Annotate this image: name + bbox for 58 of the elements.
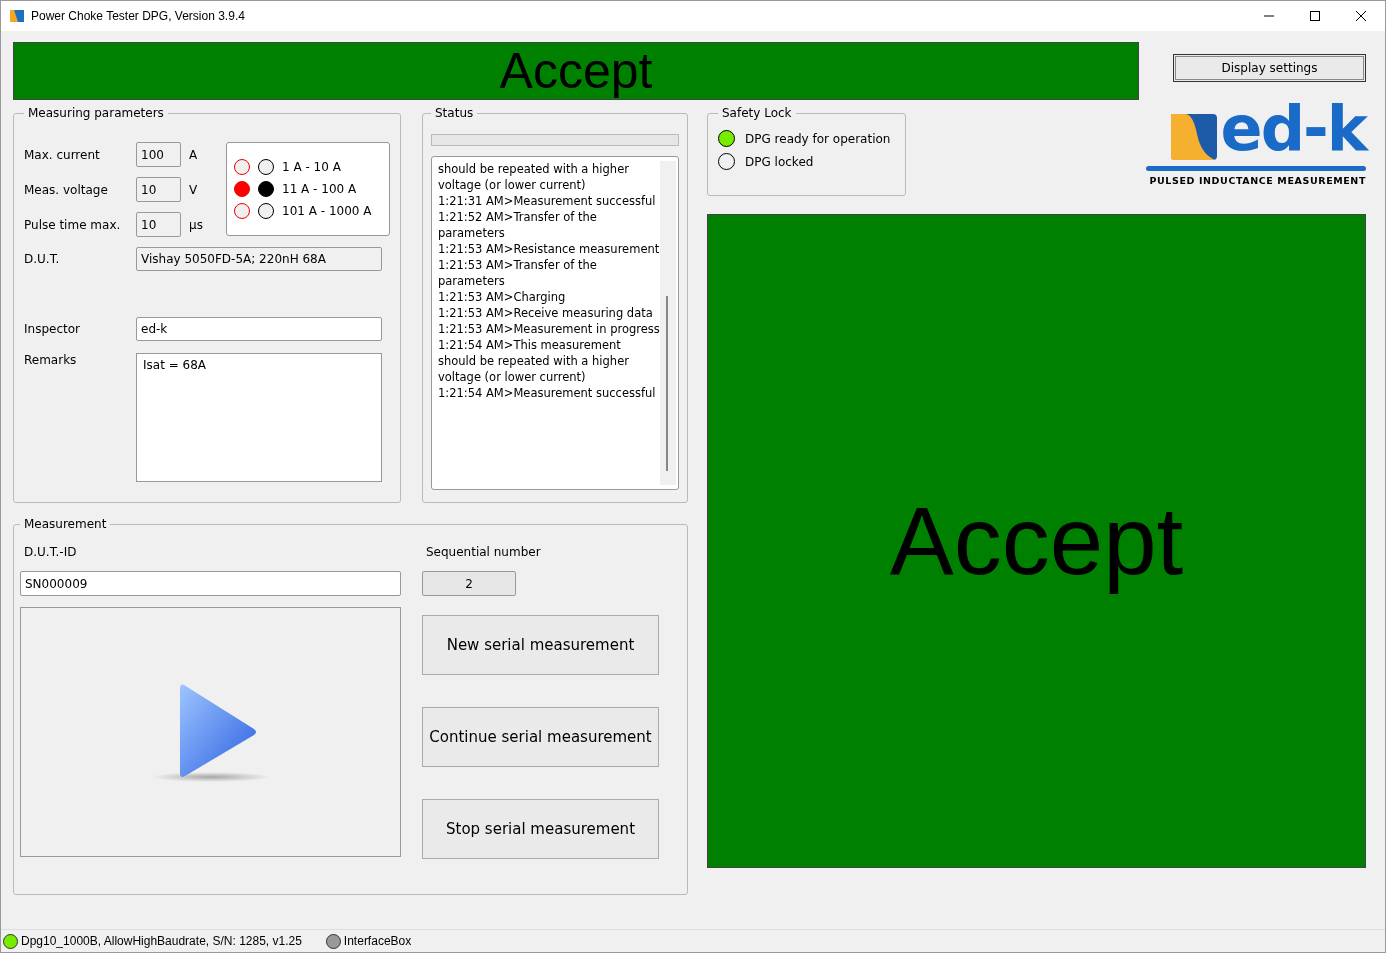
log-entry: 1:21:53 AM>Receive measuring data — [438, 305, 654, 321]
input-field[interactable]: 100 — [136, 142, 181, 167]
serial-measurement-button[interactable]: Continue serial measurement — [422, 707, 659, 767]
field-label: Meas. voltage — [24, 182, 109, 197]
result-text: Accept — [889, 486, 1184, 596]
close-icon[interactable] — [1355, 10, 1367, 22]
log-entry: 1:21:53 AM>Transfer of the parameters — [438, 257, 598, 289]
serial-measurement-button[interactable]: Stop serial measurement — [422, 799, 659, 859]
display-settings-button[interactable]: Display settings — [1173, 54, 1366, 82]
log-entry: 1:21:53 AM>Charging — [438, 289, 567, 305]
range-label: 101 A - 1000 A — [282, 204, 372, 218]
status-text: InterfaceBox — [343, 934, 412, 948]
radio-button[interactable] — [258, 159, 274, 175]
input-field[interactable]: ed-k — [136, 317, 382, 341]
field-label: Remarks — [24, 353, 78, 367]
group-title: Safety Lock — [721, 106, 793, 120]
log-entry: 1:21:53 AM>Resistance measurement — [438, 241, 660, 257]
group-title: Measuring parameters — [27, 106, 165, 120]
input-field[interactable]: 10 — [136, 212, 181, 237]
serial-measurement-button[interactable]: New serial measurement — [422, 615, 659, 675]
result-banner: Accept — [13, 42, 1139, 100]
app-icon — [9, 8, 25, 24]
input-field[interactable]: 2 — [422, 571, 516, 596]
status-text: Dpg10_1000B, AllowHighBaudrate, S/N: 1285, v1.25 — [21, 934, 302, 948]
logo-text: ed-k — [1220, 98, 1366, 160]
log-entry: 1:21:53 AM>Measurement in progress — [438, 321, 660, 337]
status-label: DPG locked — [745, 154, 814, 169]
field-label: Sequential number — [426, 545, 542, 561]
start-panel[interactable] — [20, 607, 401, 857]
unit-label: µs — [189, 217, 204, 232]
text-area[interactable]: Isat = 68A — [136, 353, 382, 482]
logo-tagline: PULSED INDUCTANCE MEASUREMENT — [1149, 175, 1366, 186]
window-title: Power Choke Tester DPG, Version 3.9.4 — [31, 9, 245, 23]
unit-label: A — [189, 147, 199, 162]
log-entry: 1:21:54 AM>This measurement should be repeated with a higher voltage (or lower current) — [438, 337, 630, 385]
status-label: DPG ready for operation — [745, 131, 891, 146]
input-field[interactable]: Vishay 5050FD-5A; 220nH 68A — [136, 247, 382, 271]
radio-button[interactable] — [258, 203, 274, 219]
radio-button[interactable] — [258, 181, 274, 197]
field-label: Pulse time max. — [24, 217, 122, 232]
group-title: Measurement — [23, 517, 108, 531]
field-label: Inspector — [24, 322, 81, 336]
log-entry: should be repeated with a higher voltage (or lower current) — [438, 161, 630, 193]
logo-mark-icon — [1170, 114, 1217, 160]
log-entry: 1:21:52 AM>Transfer of the parameters — [438, 209, 598, 241]
log-entry: 1:21:54 AM>Measurement successful — [438, 385, 657, 401]
input-field[interactable]: SN000009 — [20, 571, 401, 596]
scrollbar[interactable] — [660, 161, 676, 485]
input-field[interactable]: 10 — [136, 177, 181, 202]
log-entry: 1:21:31 AM>Measurement successful — [438, 193, 657, 209]
group-title: Status — [434, 106, 475, 120]
range-label: 11 A - 100 A — [282, 182, 357, 196]
field-label: D.U.T. — [24, 252, 61, 266]
field-label: Max. current — [24, 147, 101, 162]
field-label: D.U.T.-ID — [24, 545, 78, 561]
unit-label: V — [189, 182, 199, 197]
range-label: 1 A - 10 A — [282, 160, 341, 174]
maximize-icon[interactable] — [1309, 10, 1321, 22]
